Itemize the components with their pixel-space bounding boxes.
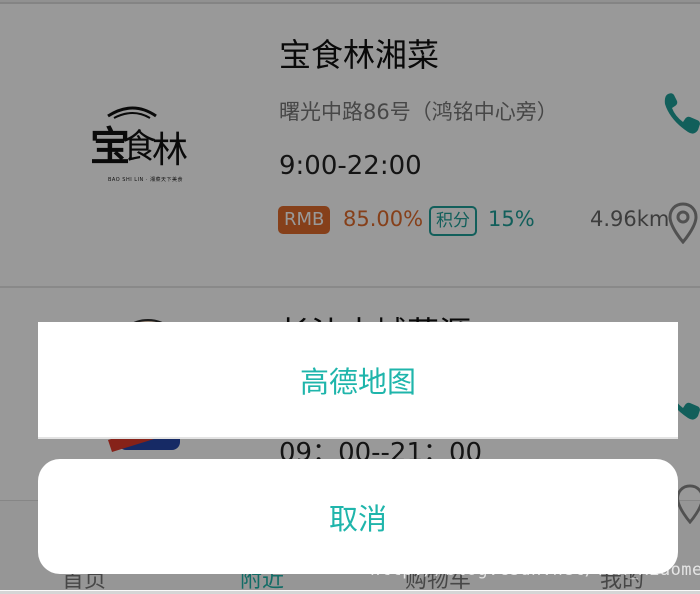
cancel-label: 取消 [328, 501, 387, 536]
amap-option-label: 高德地图 [299, 364, 416, 399]
amap-option-button[interactable]: 高德地图 [38, 322, 678, 439]
cancel-button[interactable]: 取消 [38, 459, 678, 574]
watermark: http://blog.csdn.net/fsx_xiaomei [370, 560, 700, 580]
